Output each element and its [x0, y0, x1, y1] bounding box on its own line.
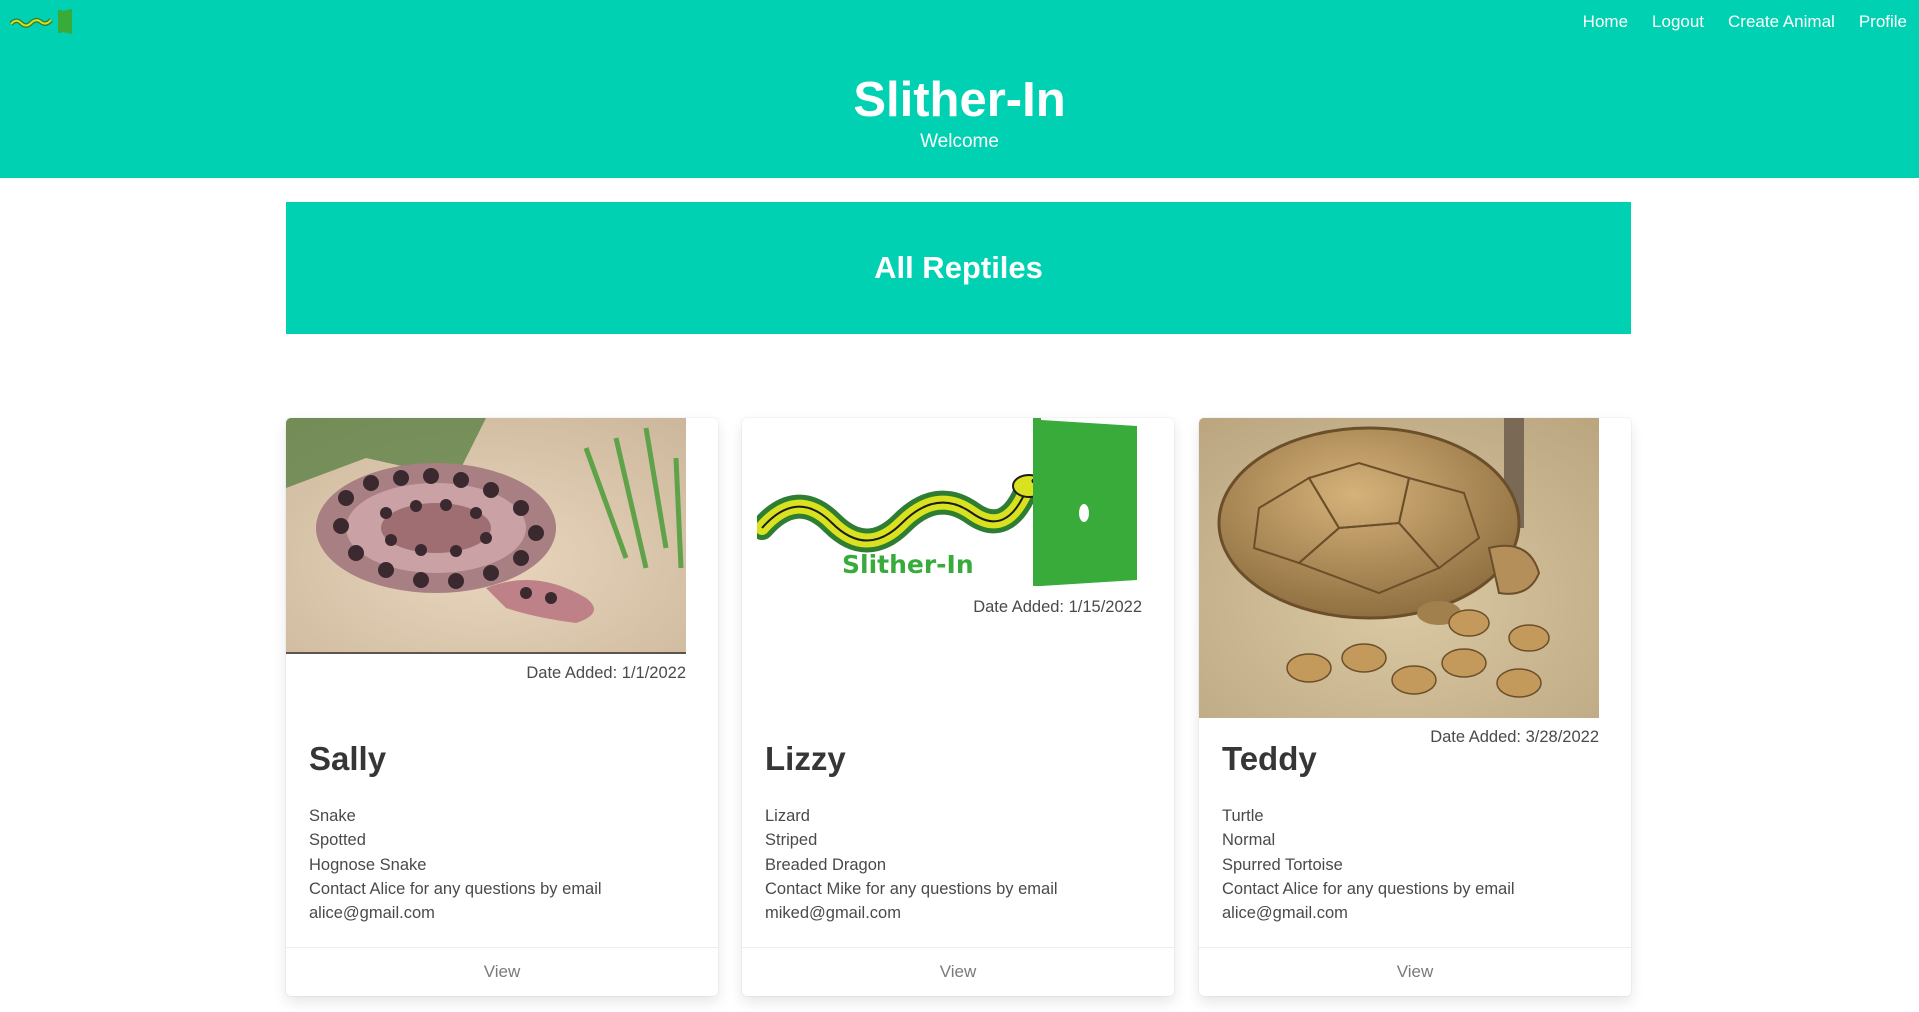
nav-create-animal-link[interactable]: Create Animal [1716, 12, 1847, 32]
animal-pattern: Normal [1222, 831, 1276, 850]
spurred-tortoise-photo [1199, 418, 1599, 718]
animal-name: Teddy [1222, 740, 1317, 777]
reptile-card-teddy: Date Added: 3/28/2022 Teddy Turtle Norma… [1199, 418, 1631, 996]
animal-pattern: Spotted [309, 831, 366, 850]
animal-type: Lizard [765, 807, 810, 825]
date-added: Date Added: 1/15/2022 [973, 598, 1142, 616]
nav-logout-link[interactable]: Logout [1640, 12, 1716, 32]
contact-email: miked@gmail.com [765, 904, 901, 923]
card-footer: View [742, 947, 1174, 996]
main-nav: Home Logout Create Animal Profile [1571, 0, 1919, 43]
date-added: Date Added: 3/28/2022 [1430, 728, 1599, 746]
reptile-card-list: Date Added: 1/1/2022 Sally Snake Spotted… [286, 418, 1631, 996]
view-button[interactable]: View [484, 962, 521, 982]
reptile-card-sally: Date Added: 1/1/2022 Sally Snake Spotted… [286, 418, 718, 996]
contact-email: alice@gmail.com [309, 904, 435, 923]
animal-name: Lizzy [765, 740, 846, 777]
contact-text: Contact Alice for any questions by email [309, 879, 602, 898]
brand-logo-icon[interactable] [10, 7, 75, 35]
hognose-snake-photo [286, 418, 686, 654]
contact-text: Contact Mike for any questions by email [765, 879, 1058, 898]
logo-text: Slither-In [842, 550, 974, 579]
reptile-card-lizzy: Slither-In Date Added: 1/15/2022 Lizzy L… [742, 418, 1174, 996]
page-subtitle: Welcome [920, 131, 999, 152]
slither-in-logo: Slither-In [757, 418, 1137, 586]
date-added: Date Added: 1/1/2022 [526, 664, 686, 682]
animal-type: Turtle [1222, 807, 1264, 825]
page-title: Slither-In [853, 73, 1066, 127]
section-banner: All Reptiles [286, 202, 1631, 334]
animal-species: Hognose Snake [309, 855, 427, 874]
view-button[interactable]: View [940, 962, 977, 982]
contact-text: Contact Alice for any questions by email [1222, 879, 1515, 898]
animal-species: Breaded Dragon [765, 855, 887, 874]
animal-pattern: Striped [765, 831, 818, 850]
animal-details: Snake Spotted Hognose Snake Contact Alic… [309, 804, 602, 925]
section-title: All Reptiles [874, 250, 1043, 285]
animal-species: Spurred Tortoise [1222, 855, 1343, 874]
animal-details: Lizard Striped Breaded Dragon Contact Mi… [765, 804, 1058, 925]
nav-profile-link[interactable]: Profile [1847, 12, 1919, 32]
card-footer: View [1199, 947, 1631, 996]
animal-type: Snake [309, 807, 356, 825]
contact-email: alice@gmail.com [1222, 904, 1348, 923]
nav-home-link[interactable]: Home [1571, 12, 1640, 32]
top-navbar: Home Logout Create Animal Profile Slithe… [0, 0, 1919, 178]
card-footer: View [286, 947, 718, 996]
animal-details: Turtle Normal Spurred Tortoise Contact A… [1222, 804, 1515, 925]
view-button[interactable]: View [1397, 962, 1434, 982]
animal-name: Sally [309, 740, 387, 777]
